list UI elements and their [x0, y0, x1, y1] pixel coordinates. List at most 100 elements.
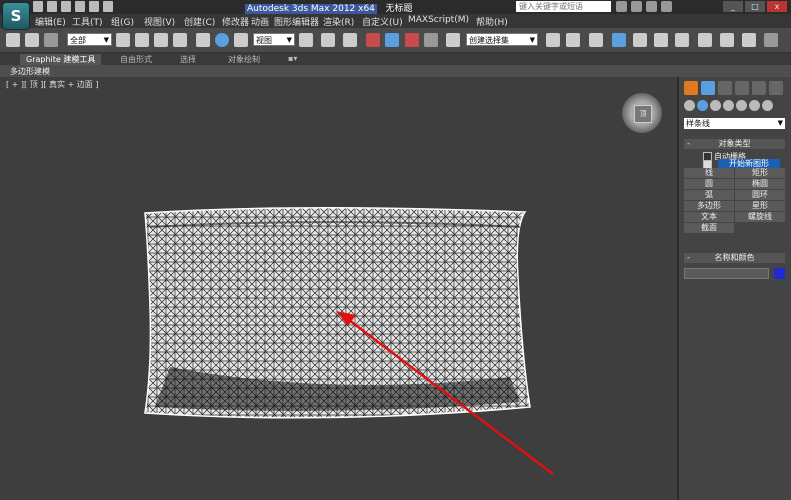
select-move-icon[interactable]: [196, 33, 210, 47]
tab-graphite-modeling[interactable]: Graphite 建模工具: [20, 54, 102, 65]
undo-icon[interactable]: [75, 1, 85, 12]
subscription-icon[interactable]: [631, 1, 642, 12]
ellipse-button[interactable]: 椭圆: [735, 179, 785, 189]
line-button[interactable]: 线: [684, 168, 734, 178]
circle-button[interactable]: 圆: [684, 179, 734, 189]
reference-coordinate-dropdown[interactable]: 视图 ▼: [253, 33, 295, 46]
tab-freeform[interactable]: 自由形式: [120, 54, 152, 65]
angle-snap-icon[interactable]: [385, 33, 399, 47]
polygon-modeling-label[interactable]: 多边形建模: [10, 66, 50, 77]
menu-create[interactable]: 创建(C): [184, 15, 215, 28]
project-folder-icon[interactable]: [103, 1, 113, 12]
render-iterative-icon[interactable]: [764, 33, 778, 47]
graphite-toggle-icon[interactable]: [612, 33, 626, 47]
percent-snap-icon[interactable]: [405, 33, 419, 47]
unlink-icon[interactable]: [25, 33, 39, 47]
object-name-field[interactable]: [684, 268, 769, 279]
hierarchy-tab-icon[interactable]: [718, 81, 732, 95]
bind-space-warp-icon[interactable]: [44, 33, 58, 47]
top-viewport[interactable]: [ + ][ 顶 ][ 真实 + 边面 ]: [0, 77, 679, 500]
named-selection-dropdown[interactable]: 创建选择集 ▼: [466, 33, 538, 46]
pivot-center-icon[interactable]: [299, 33, 313, 47]
shapes-icon[interactable]: [697, 100, 708, 111]
utilities-tab-icon[interactable]: [769, 81, 783, 95]
menu-customize[interactable]: 自定义(U): [362, 15, 403, 28]
name-color-rollout[interactable]: - 名称和颜色: [684, 253, 785, 263]
window-title: Autodesk 3ds Max 2012 x64 无标题: [245, 4, 413, 14]
menu-edit[interactable]: 编辑(E): [35, 15, 66, 28]
menu-group[interactable]: 组(G): [111, 15, 134, 28]
layer-manager-icon[interactable]: [589, 33, 603, 47]
save-file-icon[interactable]: [61, 1, 71, 12]
ngon-button[interactable]: 多边形: [684, 201, 734, 211]
lights-icon[interactable]: [710, 100, 721, 111]
menu-rendering[interactable]: 渲染(R): [323, 15, 354, 28]
viewcube-top-face[interactable]: 顶: [634, 105, 652, 123]
systems-icon[interactable]: [762, 100, 773, 111]
object-type-rollout[interactable]: - 对象类型: [684, 139, 785, 149]
curve-editor-icon[interactable]: [633, 33, 647, 47]
panel-tabs: [684, 81, 783, 95]
rectangular-selection-icon[interactable]: [154, 33, 168, 47]
tab-object-paint[interactable]: 对象绘制: [228, 54, 260, 65]
motion-tab-icon[interactable]: [735, 81, 749, 95]
menu-bar: 编辑(E) 工具(T) 组(G) 视图(V) 创建(C) 修改器 动画 图形编辑…: [0, 14, 791, 28]
render-production-icon[interactable]: [742, 33, 756, 47]
modify-tab-icon[interactable]: [701, 81, 715, 95]
mirror-icon[interactable]: [546, 33, 560, 47]
rendered-frame-icon[interactable]: [720, 33, 734, 47]
align-icon[interactable]: [566, 33, 580, 47]
select-scale-icon[interactable]: [234, 33, 248, 47]
open-file-icon[interactable]: [47, 1, 57, 12]
shape-category-dropdown[interactable]: 样条线 ▼: [684, 118, 785, 129]
display-tab-icon[interactable]: [752, 81, 766, 95]
ribbon-options-icon[interactable]: ▪▾: [288, 54, 297, 63]
material-editor-icon[interactable]: [675, 33, 689, 47]
section-button[interactable]: 截面: [684, 223, 734, 233]
close-button[interactable]: x: [767, 1, 787, 12]
selection-filter-dropdown[interactable]: 全部 ▼: [67, 33, 112, 46]
menu-view[interactable]: 视图(V): [144, 15, 175, 28]
space-warps-icon[interactable]: [749, 100, 760, 111]
edit-named-selection-icon[interactable]: [446, 33, 460, 47]
render-setup-icon[interactable]: [698, 33, 712, 47]
helpers-icon[interactable]: [736, 100, 747, 111]
redo-icon[interactable]: [89, 1, 99, 12]
tab-selection[interactable]: 选择: [180, 54, 196, 65]
helix-button[interactable]: 螺旋线: [735, 212, 785, 222]
object-color-swatch[interactable]: [774, 268, 785, 279]
select-rotate-icon[interactable]: [215, 33, 229, 47]
star-button[interactable]: 星形: [735, 201, 785, 211]
create-tab-icon[interactable]: [684, 81, 698, 95]
minimize-button[interactable]: _: [723, 1, 743, 12]
maximize-button[interactable]: □: [745, 1, 765, 12]
app-logo-button[interactable]: S: [2, 2, 30, 30]
select-object-icon[interactable]: [116, 33, 130, 47]
spinner-snap-icon[interactable]: [424, 33, 438, 47]
geometry-icon[interactable]: [684, 100, 695, 111]
menu-maxscript[interactable]: MAXScript(M): [408, 15, 469, 25]
new-file-icon[interactable]: [33, 1, 43, 12]
menu-modifiers[interactable]: 修改器: [222, 15, 249, 28]
cameras-icon[interactable]: [723, 100, 734, 111]
menu-help[interactable]: 帮助(H): [476, 15, 508, 28]
favorites-icon[interactable]: [646, 1, 657, 12]
select-manipulate-icon[interactable]: [321, 33, 335, 47]
search-icon[interactable]: [616, 1, 627, 12]
menu-graph-editors[interactable]: 图形编辑器: [274, 15, 319, 28]
viewcube[interactable]: 顶: [622, 93, 662, 133]
snaps-toggle-icon[interactable]: [366, 33, 380, 47]
select-link-icon[interactable]: [6, 33, 20, 47]
arc-button[interactable]: 弧: [684, 190, 734, 200]
text-button[interactable]: 文本: [684, 212, 734, 222]
menu-animation[interactable]: 动画: [251, 15, 269, 28]
help-search-input[interactable]: 键入关键字或短语: [516, 1, 611, 12]
schematic-view-icon[interactable]: [654, 33, 668, 47]
window-crossing-icon[interactable]: [173, 33, 187, 47]
donut-button[interactable]: 圆环: [735, 190, 785, 200]
help-icon[interactable]: [661, 1, 672, 12]
keyboard-shortcut-icon[interactable]: [343, 33, 357, 47]
select-by-name-icon[interactable]: [135, 33, 149, 47]
rectangle-button[interactable]: 矩形: [735, 168, 785, 178]
menu-tools[interactable]: 工具(T): [72, 15, 103, 28]
